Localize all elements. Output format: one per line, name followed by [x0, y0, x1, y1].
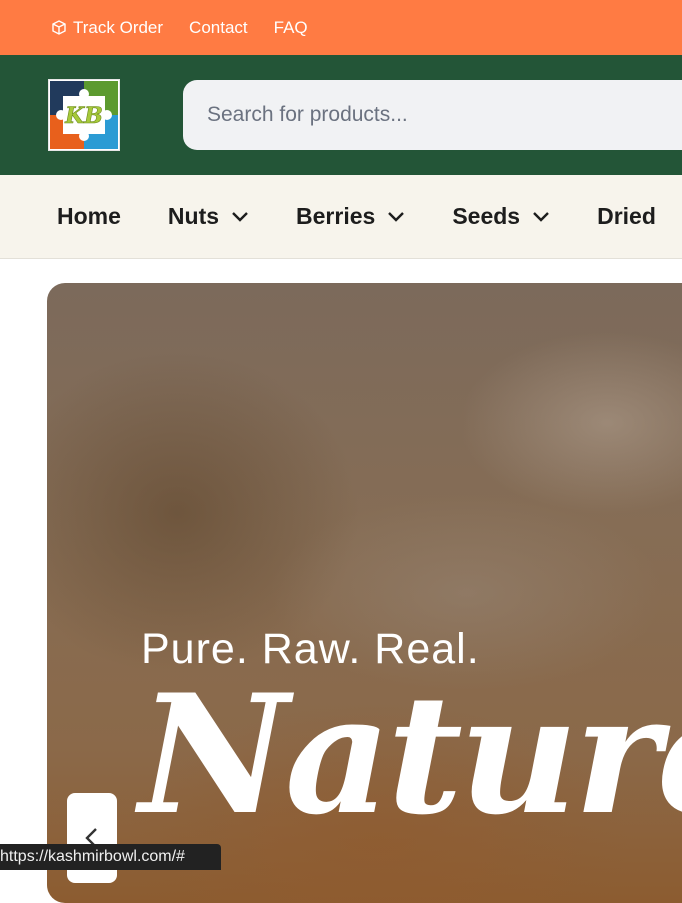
search-bar[interactable] — [183, 80, 682, 150]
chevron-down-icon — [388, 211, 405, 222]
category-nav: Home Nuts Berries Seeds Dried — [0, 175, 682, 259]
logo-text: KB — [64, 103, 103, 129]
logo[interactable]: KB — [48, 79, 120, 151]
nav-item-nuts[interactable]: Nuts — [168, 203, 249, 230]
nav-item-label: Berries — [296, 203, 376, 229]
box-icon — [52, 19, 66, 35]
track-order-link[interactable]: Track Order — [51, 18, 163, 38]
main-header: KB — [0, 55, 682, 175]
nav-item-label: Nuts — [167, 203, 220, 229]
logo-puzzle-icon: KB — [50, 81, 118, 149]
track-order-label: Track Order — [73, 17, 164, 37]
nav-item-label: Home — [57, 203, 121, 229]
browser-status-url: https://kashmirbowl.com/# — [0, 844, 221, 870]
nav-item-home[interactable]: Home — [57, 203, 121, 230]
search-input[interactable] — [207, 103, 667, 127]
nav-item-label: Seeds — [452, 203, 521, 229]
hero-headline: Nature' — [139, 658, 682, 851]
nav-item-label: Dried — [597, 203, 656, 229]
top-bar: Track Order Contact FAQ — [0, 0, 682, 55]
hero-banner[interactable]: Pure. Raw. Real. Nature' — [47, 283, 682, 903]
faq-link[interactable]: FAQ — [274, 18, 308, 38]
nav-item-berries[interactable]: Berries — [296, 203, 405, 230]
nav-item-dried[interactable]: Dried — [597, 203, 656, 230]
contact-link[interactable]: Contact — [189, 18, 248, 38]
nav-item-seeds[interactable]: Seeds — [452, 203, 550, 230]
chevron-down-icon — [533, 211, 549, 222]
chevron-down-icon — [232, 211, 248, 222]
